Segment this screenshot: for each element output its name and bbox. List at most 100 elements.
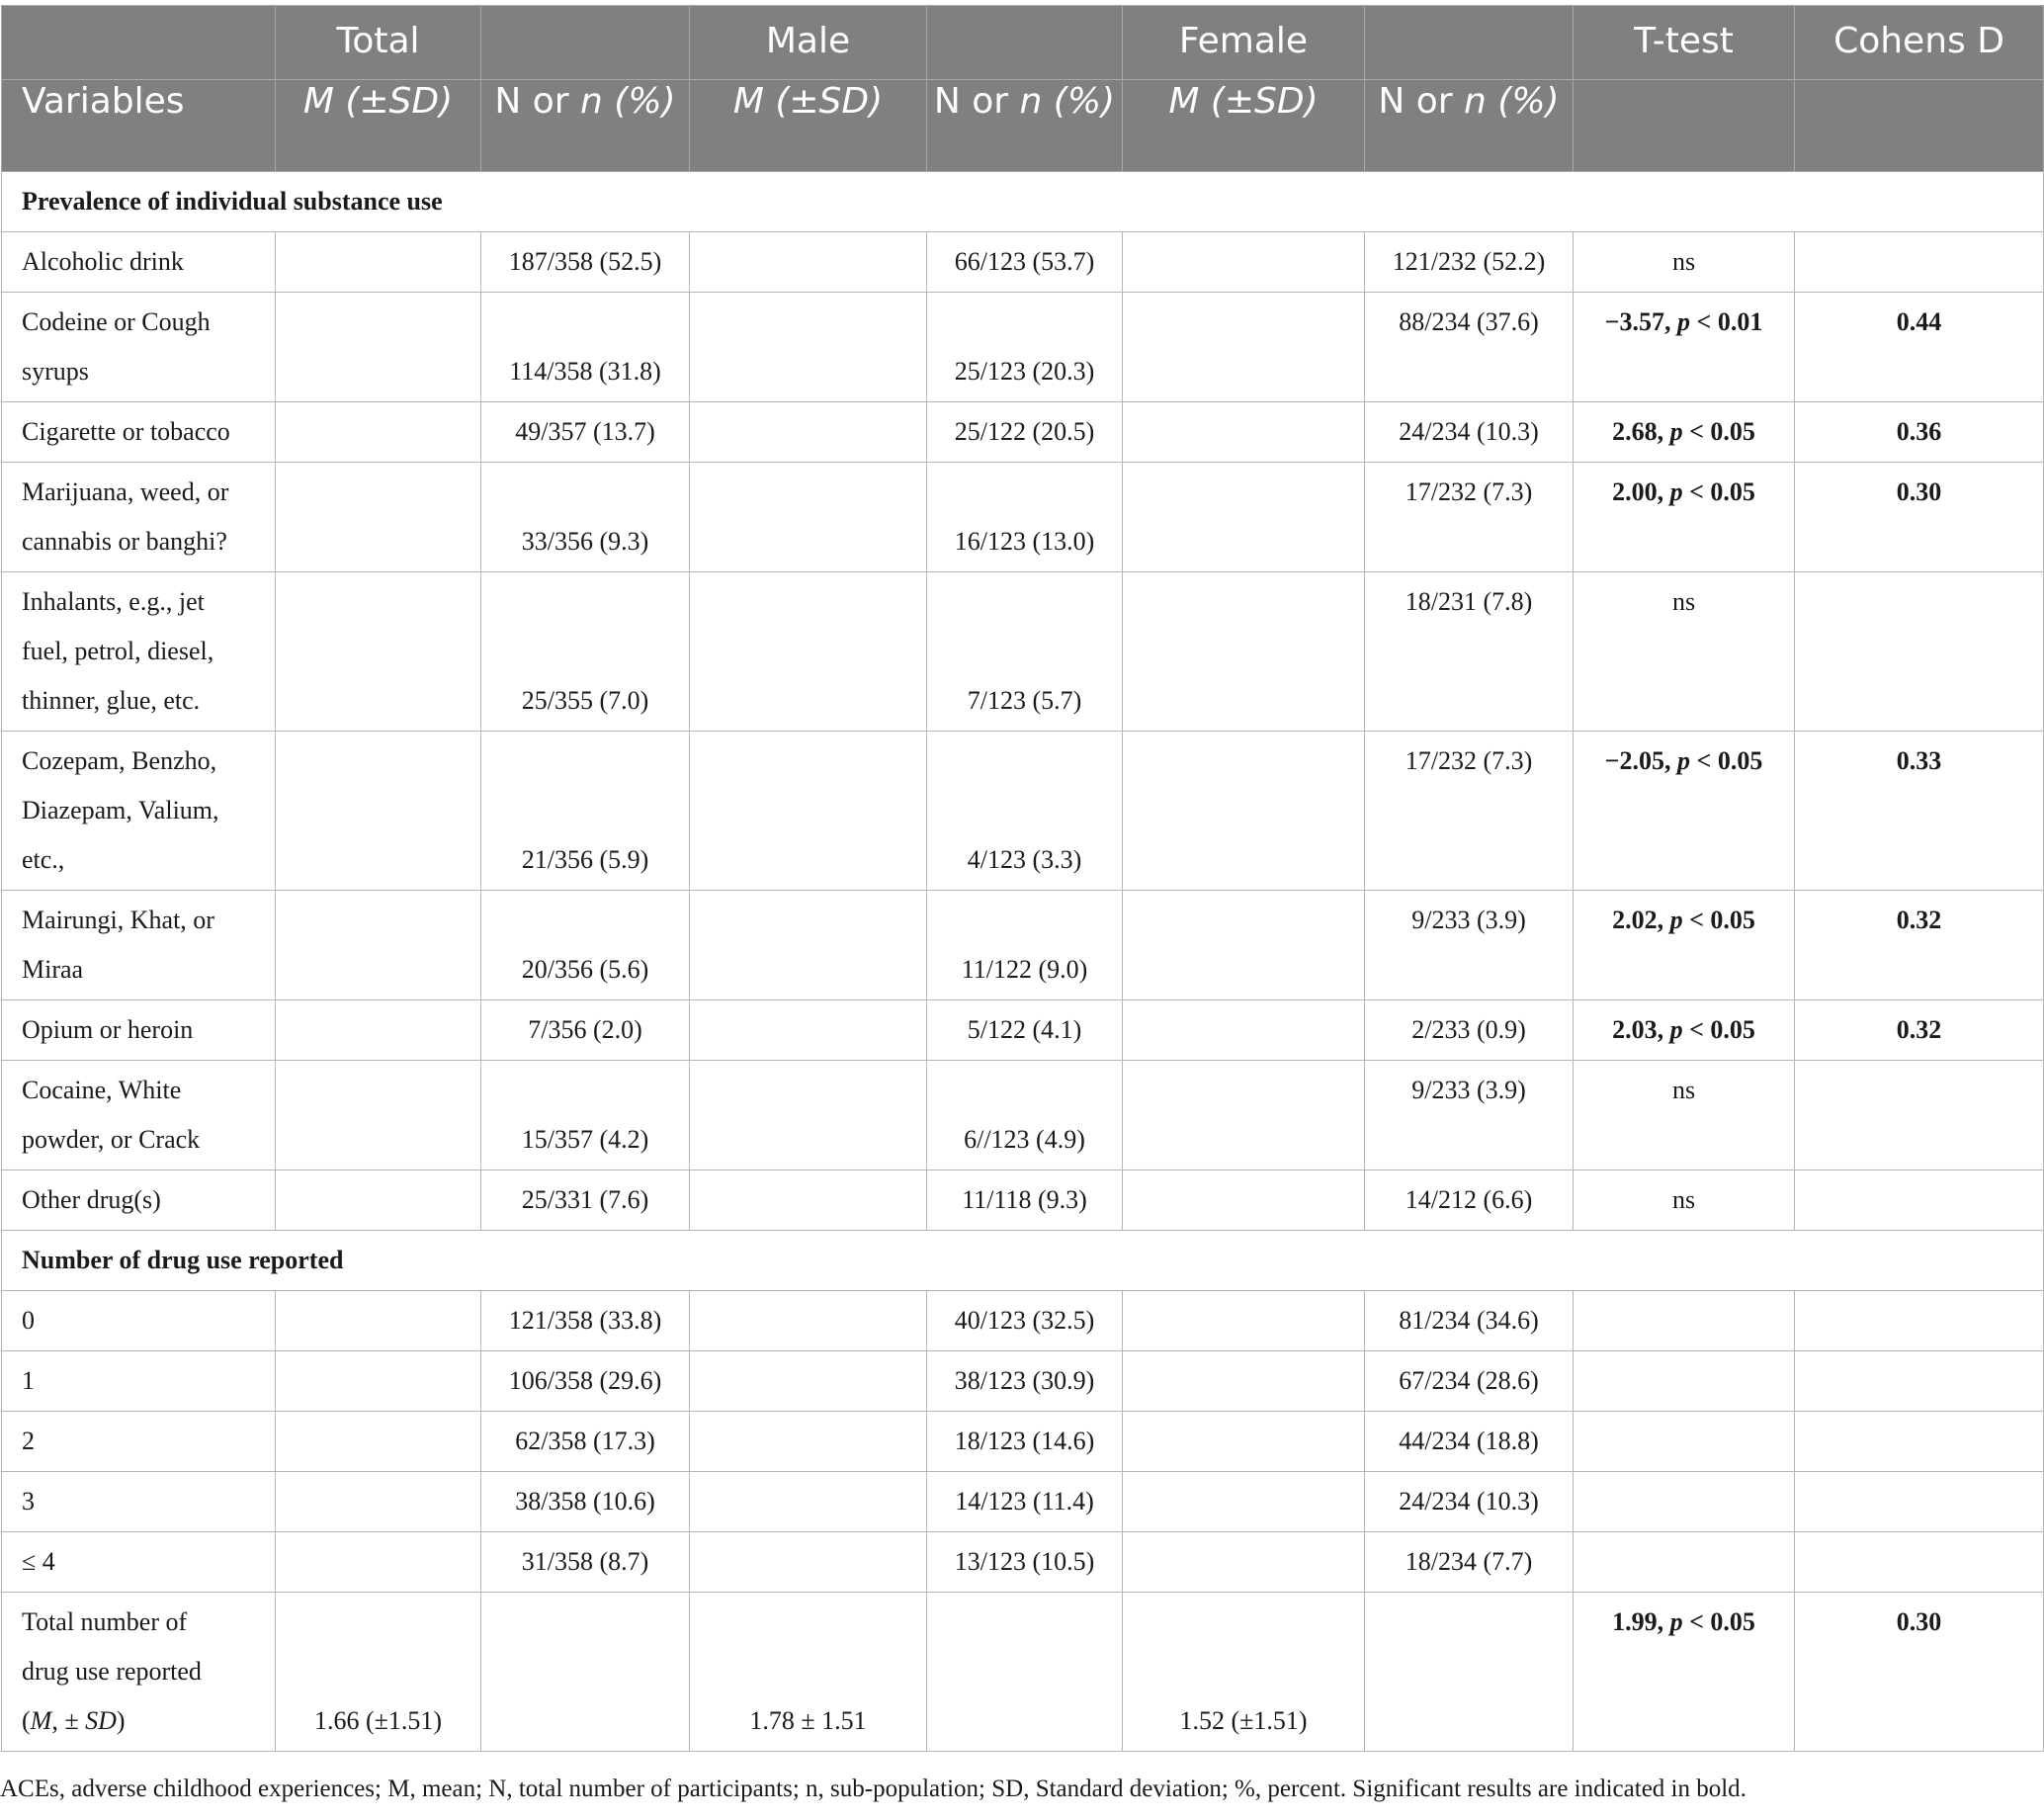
variable-label: Marijuana, weed, or cannabis or banghi? — [1, 462, 276, 572]
variable-label: 2 — [1, 1411, 276, 1472]
header-cell — [926, 5, 1123, 80]
table-row: ≤ 4 31/358 (8.7) 13/123 (10.5) 18/234 (7.7) — [1, 1531, 2044, 1593]
cohens-d-cell — [1794, 1169, 2044, 1231]
table-row: Inhalants, e.g., jet fuel, petrol, diesel… — [1, 571, 2044, 732]
header-row-columns: Variables M (±SD) N or n (%) M (±SD) N o… — [1, 79, 2044, 172]
female-n-cell: 14/212 (6.6) — [1364, 1169, 1574, 1231]
male-n-cell: 6//123 (4.9) — [926, 1060, 1123, 1170]
ttest-cell: −2.05, p < 0.05 — [1573, 731, 1795, 891]
label-line: Marijuana, weed, or — [22, 477, 229, 506]
total-mean-cell — [275, 1531, 481, 1593]
variable-label: Alcoholic drink — [1, 231, 276, 293]
total-n-cell: 49/357 (13.7) — [480, 401, 690, 463]
section-header-row: Number of drug use reported — [1, 1230, 2044, 1291]
male-mean-cell — [689, 1411, 927, 1472]
female-mean-cell — [1122, 1471, 1365, 1532]
label-line: Cozepam, Benzho, — [22, 746, 217, 775]
cohens-d-cell — [1794, 1290, 2044, 1351]
header-total-n: N or n (%) — [480, 79, 690, 172]
header-cohens-d: Cohens D — [1794, 5, 2044, 80]
cohens-d-cell: 0.36 — [1794, 401, 2044, 463]
total-mean-cell — [275, 462, 481, 572]
label-line: Opium or heroin — [22, 1015, 194, 1044]
variable-label: 0 — [1, 1290, 276, 1351]
cohens-d-cell: 0.33 — [1794, 731, 2044, 891]
total-n-cell: 38/358 (10.6) — [480, 1471, 690, 1532]
male-mean-cell — [689, 731, 927, 891]
label-line: 2 — [22, 1427, 35, 1455]
table-row: Marijuana, weed, or cannabis or banghi? 3… — [1, 462, 2044, 572]
total-n-cell: 106/358 (29.6) — [480, 1350, 690, 1412]
ttest-cell: 2.00, p < 0.05 — [1573, 462, 1795, 572]
cohens-d-cell — [1794, 1350, 2044, 1412]
label-line: powder, or Crack — [22, 1125, 201, 1154]
cohens-d-cell — [1794, 1471, 2044, 1532]
total-mean-cell — [275, 292, 481, 402]
female-mean-cell — [1122, 292, 1365, 402]
ttest-cell: 2.02, p < 0.05 — [1573, 890, 1795, 1000]
variable-label: Mairungi, Khat, or Miraa — [1, 890, 276, 1000]
section-title: Number of drug use reported — [1, 1230, 2044, 1291]
variable-label: Other drug(s) — [1, 1169, 276, 1231]
male-mean-cell — [689, 1350, 927, 1412]
table-row: 3 38/358 (10.6) 14/123 (11.4) 24/234 (10.3) — [1, 1471, 2044, 1532]
total-mean-cell — [275, 1350, 481, 1412]
male-n-cell: 13/123 (10.5) — [926, 1531, 1123, 1593]
variable-label: Opium or heroin — [1, 999, 276, 1061]
label-line: Miraa — [22, 955, 84, 984]
female-n-cell: 2/233 (0.9) — [1364, 999, 1574, 1061]
male-mean-cell — [689, 292, 927, 402]
total-mean-cell — [275, 231, 481, 293]
cohens-d-cell: 0.30 — [1794, 462, 2044, 572]
total-mean-cell — [275, 1471, 481, 1532]
header-cell — [1, 5, 276, 80]
total-mean-cell — [275, 401, 481, 463]
total-mean-cell — [275, 571, 481, 732]
variable-label: ≤ 4 — [1, 1531, 276, 1593]
table-row: Alcoholic drink 187/358 (52.5) 66/123 (53.… — [1, 231, 2044, 293]
ttest-cell: 1.99, p < 0.05 — [1573, 1592, 1795, 1752]
cohens-d-cell — [1794, 1531, 2044, 1593]
total-n-cell: 121/358 (33.8) — [480, 1290, 690, 1351]
cohens-d-cell — [1794, 571, 2044, 732]
table-row: 1 106/358 (29.6) 38/123 (30.9) 67/234 (28.6… — [1, 1350, 2044, 1412]
table-row: Mairungi, Khat, or Miraa 20/356 (5.6) 11/… — [1, 890, 2044, 1000]
total-mean-cell — [275, 1060, 481, 1170]
total-n-cell: 25/355 (7.0) — [480, 571, 690, 732]
table-row: 2 62/358 (17.3) 18/123 (14.6) 44/234 (18.8) — [1, 1411, 2044, 1472]
header-male-n: N or n (%) — [926, 79, 1123, 172]
male-mean-cell — [689, 1290, 927, 1351]
table-row: Cigarette or tobacco 49/357 (13.7) 25/122 … — [1, 401, 2044, 463]
male-n-cell: 4/123 (3.3) — [926, 731, 1123, 891]
male-mean-cell — [689, 999, 927, 1061]
header-total-mean-sd: M (±SD) — [275, 79, 481, 172]
variable-label: Codeine or Cough syrups — [1, 292, 276, 402]
table-row: Cocaine, White powder, or Crack 15/357 (4… — [1, 1060, 2044, 1170]
header-variables: Variables — [1, 79, 276, 172]
header-cell — [480, 5, 690, 80]
male-n-cell: 40/123 (32.5) — [926, 1290, 1123, 1351]
total-row: Total number of drug use reported (M, ± SD… — [1, 1592, 2044, 1752]
female-mean-cell — [1122, 999, 1365, 1061]
female-mean-cell — [1122, 571, 1365, 732]
male-n-cell: 14/123 (11.4) — [926, 1471, 1123, 1532]
cohens-d-cell — [1794, 231, 2044, 293]
variable-label: 1 — [1, 1350, 276, 1412]
label-line: Diazepam, Valium, — [22, 796, 219, 824]
total-mean-cell — [275, 999, 481, 1061]
table-container: Total Male Female T-test Cohens D Variab… — [0, 0, 2044, 1802]
header-cell — [1364, 5, 1574, 80]
total-n-cell: 33/356 (9.3) — [480, 462, 690, 572]
total-mean-cell — [275, 1169, 481, 1231]
cohens-d-cell: 0.44 — [1794, 292, 2044, 402]
cohens-d-cell — [1794, 1060, 2044, 1170]
male-n-cell: 7/123 (5.7) — [926, 571, 1123, 732]
male-mean-cell — [689, 1531, 927, 1593]
male-mean-cell — [689, 1471, 927, 1532]
male-mean-cell — [689, 890, 927, 1000]
male-n-cell: 66/123 (53.7) — [926, 231, 1123, 293]
female-mean-cell — [1122, 462, 1365, 572]
female-mean-cell — [1122, 1531, 1365, 1593]
female-mean-cell — [1122, 731, 1365, 891]
cohens-d-cell — [1794, 1411, 2044, 1472]
